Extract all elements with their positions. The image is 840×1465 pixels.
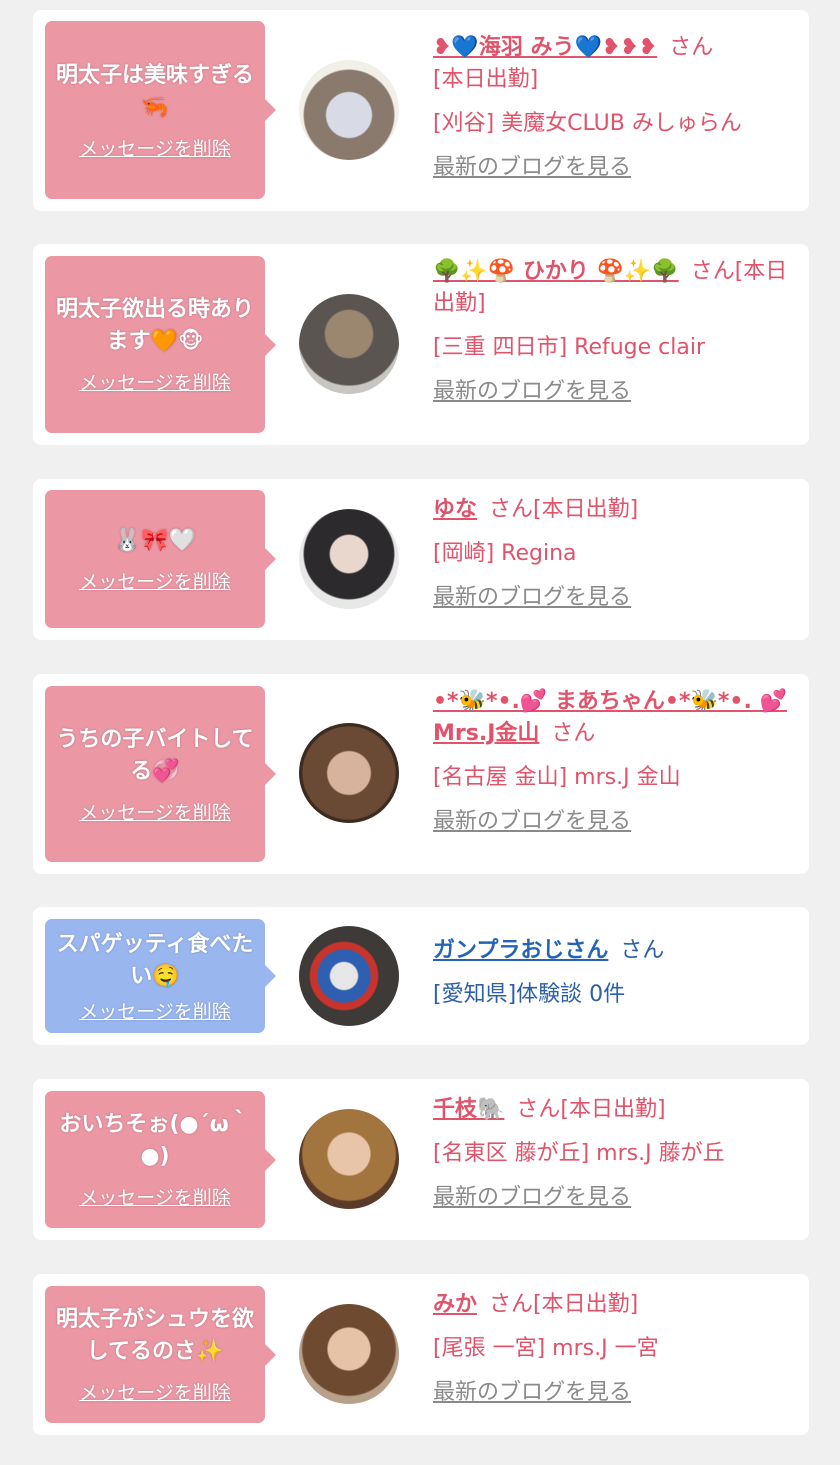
status-text: [本日出勤] <box>433 67 539 92</box>
message-text: 明太子は美味すぎる🦐 <box>55 62 254 120</box>
status-text: [本日出勤] <box>533 497 639 522</box>
profile-info: •*🐝*•.💕 まあちゃん•*🐝*•. 💕Mrs.J金山 さん [名古屋 金山] … <box>433 686 798 838</box>
girl-name-link[interactable]: 🌳✨🍄 ひかり 🍄✨🌳 <box>433 259 679 284</box>
delete-message-link[interactable]: メッセージを削除 <box>79 1183 231 1210</box>
delete-message-link[interactable]: メッセージを削除 <box>79 997 231 1024</box>
girl-name-link[interactable]: ゆな <box>433 497 477 522</box>
honorific: さん <box>620 938 665 963</box>
girl-name-link[interactable]: •*🐝*•.💕 まあちゃん•*🐝*•. 💕Mrs.J金山 <box>433 689 787 746</box>
blog-link[interactable]: 最新のブログを見る <box>433 806 798 838</box>
profile-info: みか さん[本日出勤] [尾張 一宮] mrs.J 一宮 最新のブログを見る <box>433 1289 798 1409</box>
delete-message-link[interactable]: メッセージを削除 <box>79 134 231 161</box>
blog-link[interactable]: 最新のブログを見る <box>433 1182 798 1214</box>
message-card: 明太子欲出る時あります🧡🐵 メッセージを削除 🌳✨🍄 ひかり 🍄✨🌳 さん[本日出… <box>33 244 809 445</box>
message-text: 明太子がシュウを欲してるのさ✨ <box>55 1307 254 1364</box>
status-text: [本日出勤] <box>533 1292 639 1317</box>
message-text: 明太子欲出る時あります🧡🐵 <box>55 297 254 354</box>
message-text: 🐰🎀🤍 <box>113 527 197 553</box>
message-card: スパゲッティ食べたい🤤 メッセージを削除 ガンプラおじさん さん [愛知県]体験談… <box>33 907 809 1045</box>
delete-message-link[interactable]: メッセージを削除 <box>79 368 231 395</box>
profile-info: 🌳✨🍄 ひかり 🍄✨🌳 さん[本日出勤] [三重 四日市] Refuge clai… <box>433 256 798 408</box>
blog-link[interactable]: 最新のブログを見る <box>433 152 798 184</box>
message-bubble: 明太子欲出る時あります🧡🐵 メッセージを削除 <box>45 256 276 433</box>
shop-text: [三重 四日市] Refuge clair <box>433 335 706 360</box>
message-bubble: うちの子バイトしてる💞 メッセージを削除 <box>45 686 276 862</box>
message-card: おいちそぉ(●´ω｀●) メッセージを削除 千枝🐘 さん[本日出勤] [名東区 藤… <box>33 1079 809 1240</box>
message-card: 🐰🎀🤍 メッセージを削除 ゆな さん[本日出勤] [岡崎] Regina 最新のブ… <box>33 479 809 640</box>
message-bubble: 🐰🎀🤍 メッセージを削除 <box>45 490 276 628</box>
profile-info: ガンプラおじさん さん [愛知県]体験談 0件 <box>433 935 798 1023</box>
profile-info: ❥💙海羽 みう💙❥❥❥ さん [本日出勤] [刈谷] 美魔女CLUB みしゅらん 最… <box>433 32 798 184</box>
status-text: [本日出勤] <box>560 1097 666 1122</box>
delete-message-link[interactable]: メッセージを削除 <box>79 567 231 594</box>
message-bubble: スパゲッティ食べたい🤤 メッセージを削除 <box>45 919 276 1033</box>
avatar[interactable] <box>299 294 399 394</box>
review-count-text: [愛知県]体験談 0件 <box>433 982 626 1007</box>
shop-text: [刈谷] 美魔女CLUB みしゅらん <box>433 111 742 136</box>
avatar[interactable] <box>299 1109 399 1209</box>
message-bubble: 明太子がシュウを欲してるのさ✨ メッセージを削除 <box>45 1286 276 1423</box>
blog-link[interactable]: 最新のブログを見る <box>433 376 798 408</box>
profile-info: ゆな さん[本日出勤] [岡崎] Regina 最新のブログを見る <box>433 494 798 614</box>
message-card: 明太子は美味すぎる🦐 メッセージを削除 ❥💙海羽 みう💙❥❥❥ さん [本日出勤] … <box>33 10 809 211</box>
avatar[interactable] <box>299 723 399 823</box>
message-card: 明太子がシュウを欲してるのさ✨ メッセージを削除 みか さん[本日出勤] [尾張 … <box>33 1274 809 1435</box>
honorific: さん <box>551 721 596 746</box>
honorific: さん <box>516 1097 561 1122</box>
shop-text: [名古屋 金山] mrs.J 金山 <box>433 765 681 790</box>
honorific: さん <box>669 35 714 60</box>
blog-link[interactable]: 最新のブログを見る <box>433 582 798 614</box>
girl-name-link[interactable]: 千枝🐘 <box>433 1097 504 1122</box>
honorific: さん <box>690 259 735 284</box>
avatar[interactable] <box>299 926 399 1026</box>
message-bubble: 明太子は美味すぎる🦐 メッセージを削除 <box>45 21 276 199</box>
honorific: さん <box>489 497 534 522</box>
honorific: さん <box>489 1292 534 1317</box>
shop-text: [名東区 藤が丘] mrs.J 藤が丘 <box>433 1141 725 1166</box>
message-card: うちの子バイトしてる💞 メッセージを削除 •*🐝*•.💕 まあちゃん•*🐝*•.… <box>33 674 809 874</box>
message-text: うちの子バイトしてる💞 <box>56 726 254 784</box>
blog-link[interactable]: 最新のブログを見る <box>433 1377 798 1409</box>
profile-info: 千枝🐘 さん[本日出勤] [名東区 藤が丘] mrs.J 藤が丘 最新のブログを見… <box>433 1094 798 1214</box>
delete-message-link[interactable]: メッセージを削除 <box>79 1378 231 1405</box>
girl-name-link[interactable]: みか <box>433 1292 477 1317</box>
shop-text: [尾張 一宮] mrs.J 一宮 <box>433 1336 659 1361</box>
avatar[interactable] <box>299 509 399 609</box>
user-name-link[interactable]: ガンプラおじさん <box>433 938 608 963</box>
avatar[interactable] <box>299 1304 399 1404</box>
shop-text: [岡崎] Regina <box>433 541 577 566</box>
message-bubble: おいちそぉ(●´ω｀●) メッセージを削除 <box>45 1091 276 1228</box>
message-text: おいちそぉ(●´ω｀●) <box>59 1112 251 1169</box>
avatar[interactable] <box>299 60 399 160</box>
delete-message-link[interactable]: メッセージを削除 <box>79 798 231 825</box>
girl-name-link[interactable]: ❥💙海羽 みう💙❥❥❥ <box>433 35 657 60</box>
message-text: スパゲッティ食べたい🤤 <box>56 931 254 989</box>
